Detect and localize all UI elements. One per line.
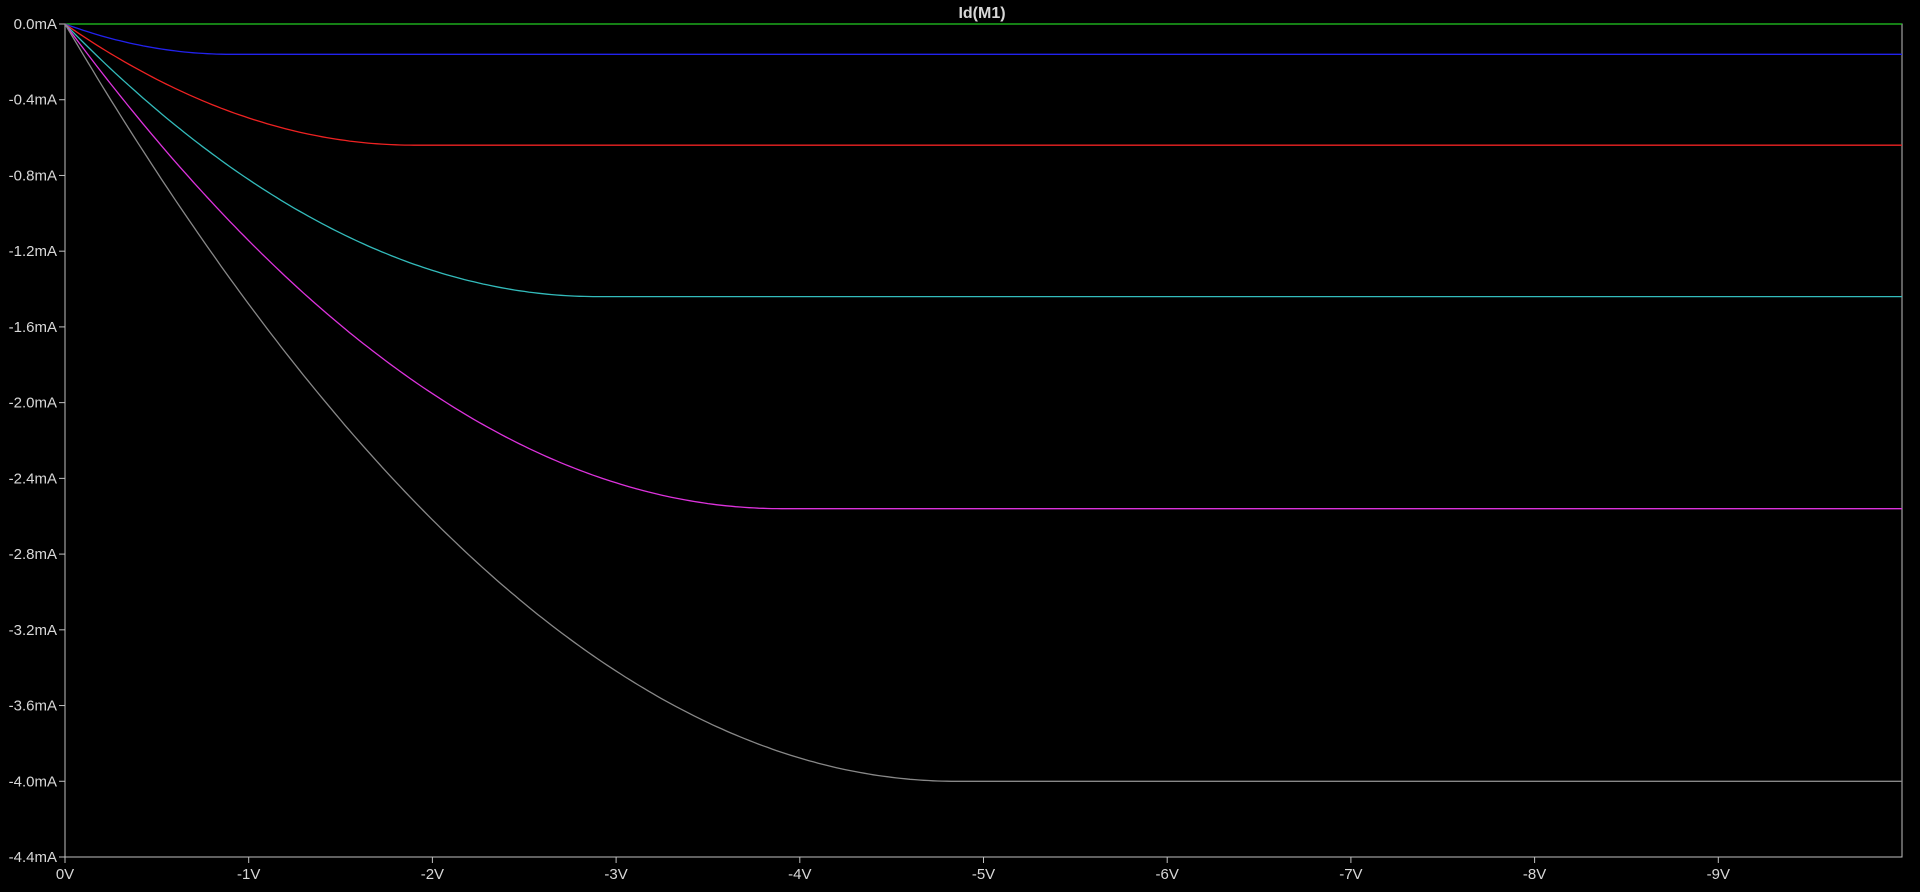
x-tick-label: 0V [56, 866, 74, 883]
x-tick-label: -6V [1156, 866, 1179, 883]
x-tick-label: -3V [604, 866, 627, 883]
y-tick-label: -0.8mA [9, 167, 57, 184]
y-tick-label: 0.0mA [14, 16, 57, 33]
x-tick-label: -2V [421, 866, 444, 883]
y-tick-label: -2.0mA [9, 395, 57, 412]
y-tick-label: -3.2mA [9, 622, 57, 639]
y-tick-label: -1.6mA [9, 319, 57, 336]
plot-canvas[interactable]: 0.0mA -0.4mA -0.8mA -1.2mA -1.6mA -2.0mA -2.4m… [0, 0, 1920, 887]
plot-background [0, 0, 1920, 887]
x-tick-label: -8V [1523, 866, 1546, 883]
y-tick-label: -4.0mA [9, 773, 57, 790]
x-tick-label: -7V [1339, 866, 1362, 883]
y-tick-label: -1.2mA [9, 243, 57, 260]
plot-window[interactable]: 0.0mA -0.4mA -0.8mA -1.2mA -1.6mA -2.0mA -2.4m… [0, 0, 1920, 887]
x-tick-label: -1V [237, 866, 260, 883]
x-tick-label: -9V [1707, 866, 1730, 883]
y-tick-label: -3.6mA [9, 698, 57, 715]
y-tick-label: -2.8mA [9, 546, 57, 563]
y-tick-label: -2.4mA [9, 470, 57, 487]
y-tick-label: -4.4mA [9, 849, 57, 866]
y-tick-label: -0.4mA [9, 92, 57, 109]
x-tick-label: -5V [972, 866, 995, 883]
trace-title[interactable]: Id(M1) [958, 5, 1005, 22]
x-tick-label: -4V [788, 866, 811, 883]
